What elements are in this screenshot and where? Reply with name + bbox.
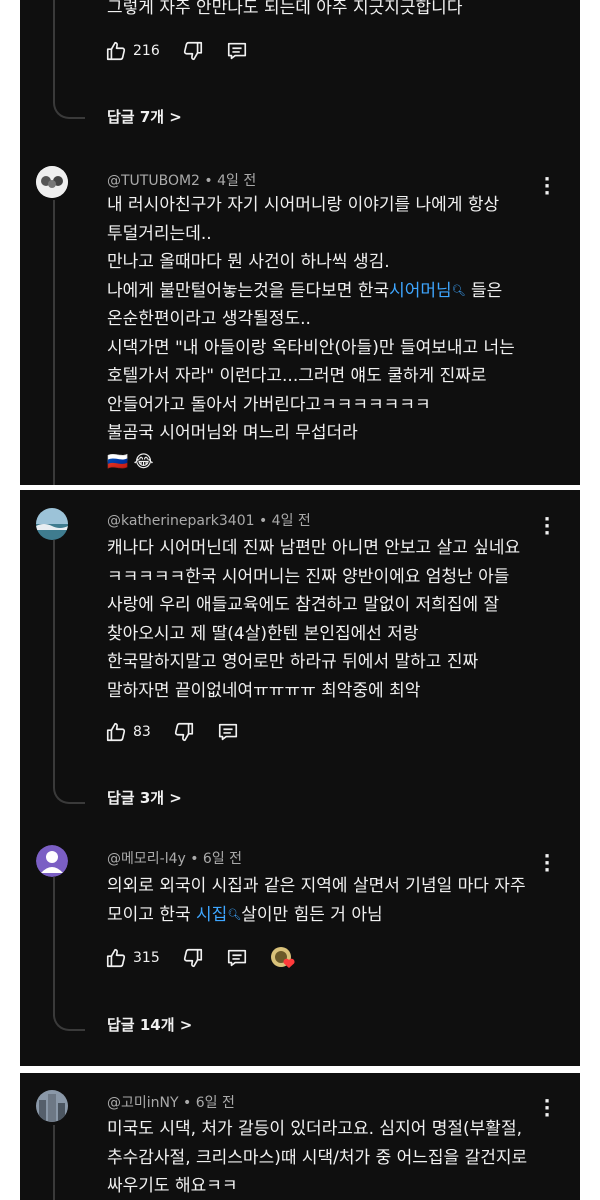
thread-line [53, 1125, 55, 1200]
thread-curve [53, 99, 85, 119]
comment-panel-1: 그렇게 자주 안만나도 되는데 아주 지긋지긋합니다 216 답글 7개 > @… [20, 0, 580, 485]
more-options-icon[interactable]: · · · [543, 171, 551, 203]
comment-author[interactable]: @katherinepark3401 • 4일 전 [107, 510, 311, 530]
comment-text: 캐나다 시어머닌데 진짜 남편만 아니면 안보고 살고 싶네요 ㅋㅋㅋㅋㅋ한국 … [107, 538, 521, 701]
dislike-button[interactable] [182, 947, 204, 969]
thumb-down-icon [174, 722, 193, 742]
comment-text: 내 러시아친구가 자기 시어머니랑 이야기를 나에게 항상 투덜거리는데.. 만… [107, 191, 515, 476]
thread-line [53, 540, 55, 786]
more-options-icon[interactable]: · · · [543, 1093, 551, 1125]
thumb-up-icon [106, 722, 126, 742]
comment-actions: 216 [105, 39, 270, 63]
replies-toggle[interactable]: 답글 14개 > [107, 1014, 192, 1035]
reply-button[interactable] [226, 947, 248, 969]
like-count: 216 [133, 43, 160, 59]
dislike-button[interactable] [173, 721, 195, 743]
dislike-button[interactable] [182, 40, 204, 62]
thumb-down-icon [183, 948, 202, 968]
thread-curve [53, 784, 85, 804]
comment-panel-2: @katherinepark3401 • 4일 전 · · · 캐나다 시어머닌데 … [20, 490, 580, 1066]
like-count: 83 [133, 724, 151, 740]
like-button[interactable]: 83 [105, 721, 151, 743]
comment-author[interactable]: @메모리-l4y • 6일 전 [107, 848, 242, 868]
reply-button[interactable] [217, 721, 239, 743]
creator-heart-badge [270, 946, 296, 970]
search-link[interactable]: 시어머님🔍︎ [389, 281, 466, 301]
comment-author[interactable]: @TUTUBOM2 • 4일 전 [107, 170, 256, 190]
replies-toggle[interactable]: 답글 7개 > [107, 106, 182, 127]
comment-actions: 83 [105, 720, 261, 744]
search-link[interactable]: 시집🔍︎ [196, 905, 241, 925]
comment-panel-3: @고미inNY • 6일 전 · · · 미국도 시댁, 처가 갈등이 있더라고요.… [20, 1073, 580, 1200]
comment-text: 미국도 시댁, 처가 갈등이 있더라고요. 심지어 명절(부활절, 추수감사절,… [107, 1119, 528, 1196]
comment-icon [227, 42, 246, 60]
thread-line [53, 200, 55, 485]
reply-button[interactable] [226, 40, 248, 62]
comment-icon [227, 949, 246, 967]
thumb-down-icon [183, 41, 202, 61]
search-icon: 🔍︎ [227, 907, 242, 921]
thread-line [53, 0, 55, 100]
replies-toggle[interactable]: 답글 3개 > [107, 787, 182, 808]
more-options-icon[interactable]: · · · [543, 511, 551, 543]
comment-text: 의외로 외국이 시집과 같은 지역에 살면서 기념일 마다 자주 모이고 한국 … [107, 876, 526, 925]
comment-text: 그렇게 자주 안만나도 되는데 아주 지긋지긋합니다 [107, 0, 463, 18]
search-icon: 🔍︎ [451, 283, 466, 297]
more-options-icon[interactable]: · · · [543, 848, 551, 880]
thread-curve [53, 1011, 85, 1031]
creator-heart-icon [270, 947, 295, 968]
emoji: 🇷🇺 😂 [107, 451, 154, 472]
like-button[interactable]: 216 [105, 40, 160, 62]
like-count: 315 [133, 950, 160, 966]
comment-actions: 315 [105, 946, 318, 970]
thumb-up-icon [106, 948, 126, 968]
like-button[interactable]: 315 [105, 947, 160, 969]
avatar [36, 845, 68, 877]
avatar [36, 508, 68, 540]
thread-line [53, 877, 55, 1013]
thumb-up-icon [106, 41, 126, 61]
avatar [36, 166, 68, 198]
avatar [36, 1090, 68, 1122]
comment-author[interactable]: @고미inNY • 6일 전 [107, 1092, 235, 1112]
comment-icon [218, 723, 237, 741]
